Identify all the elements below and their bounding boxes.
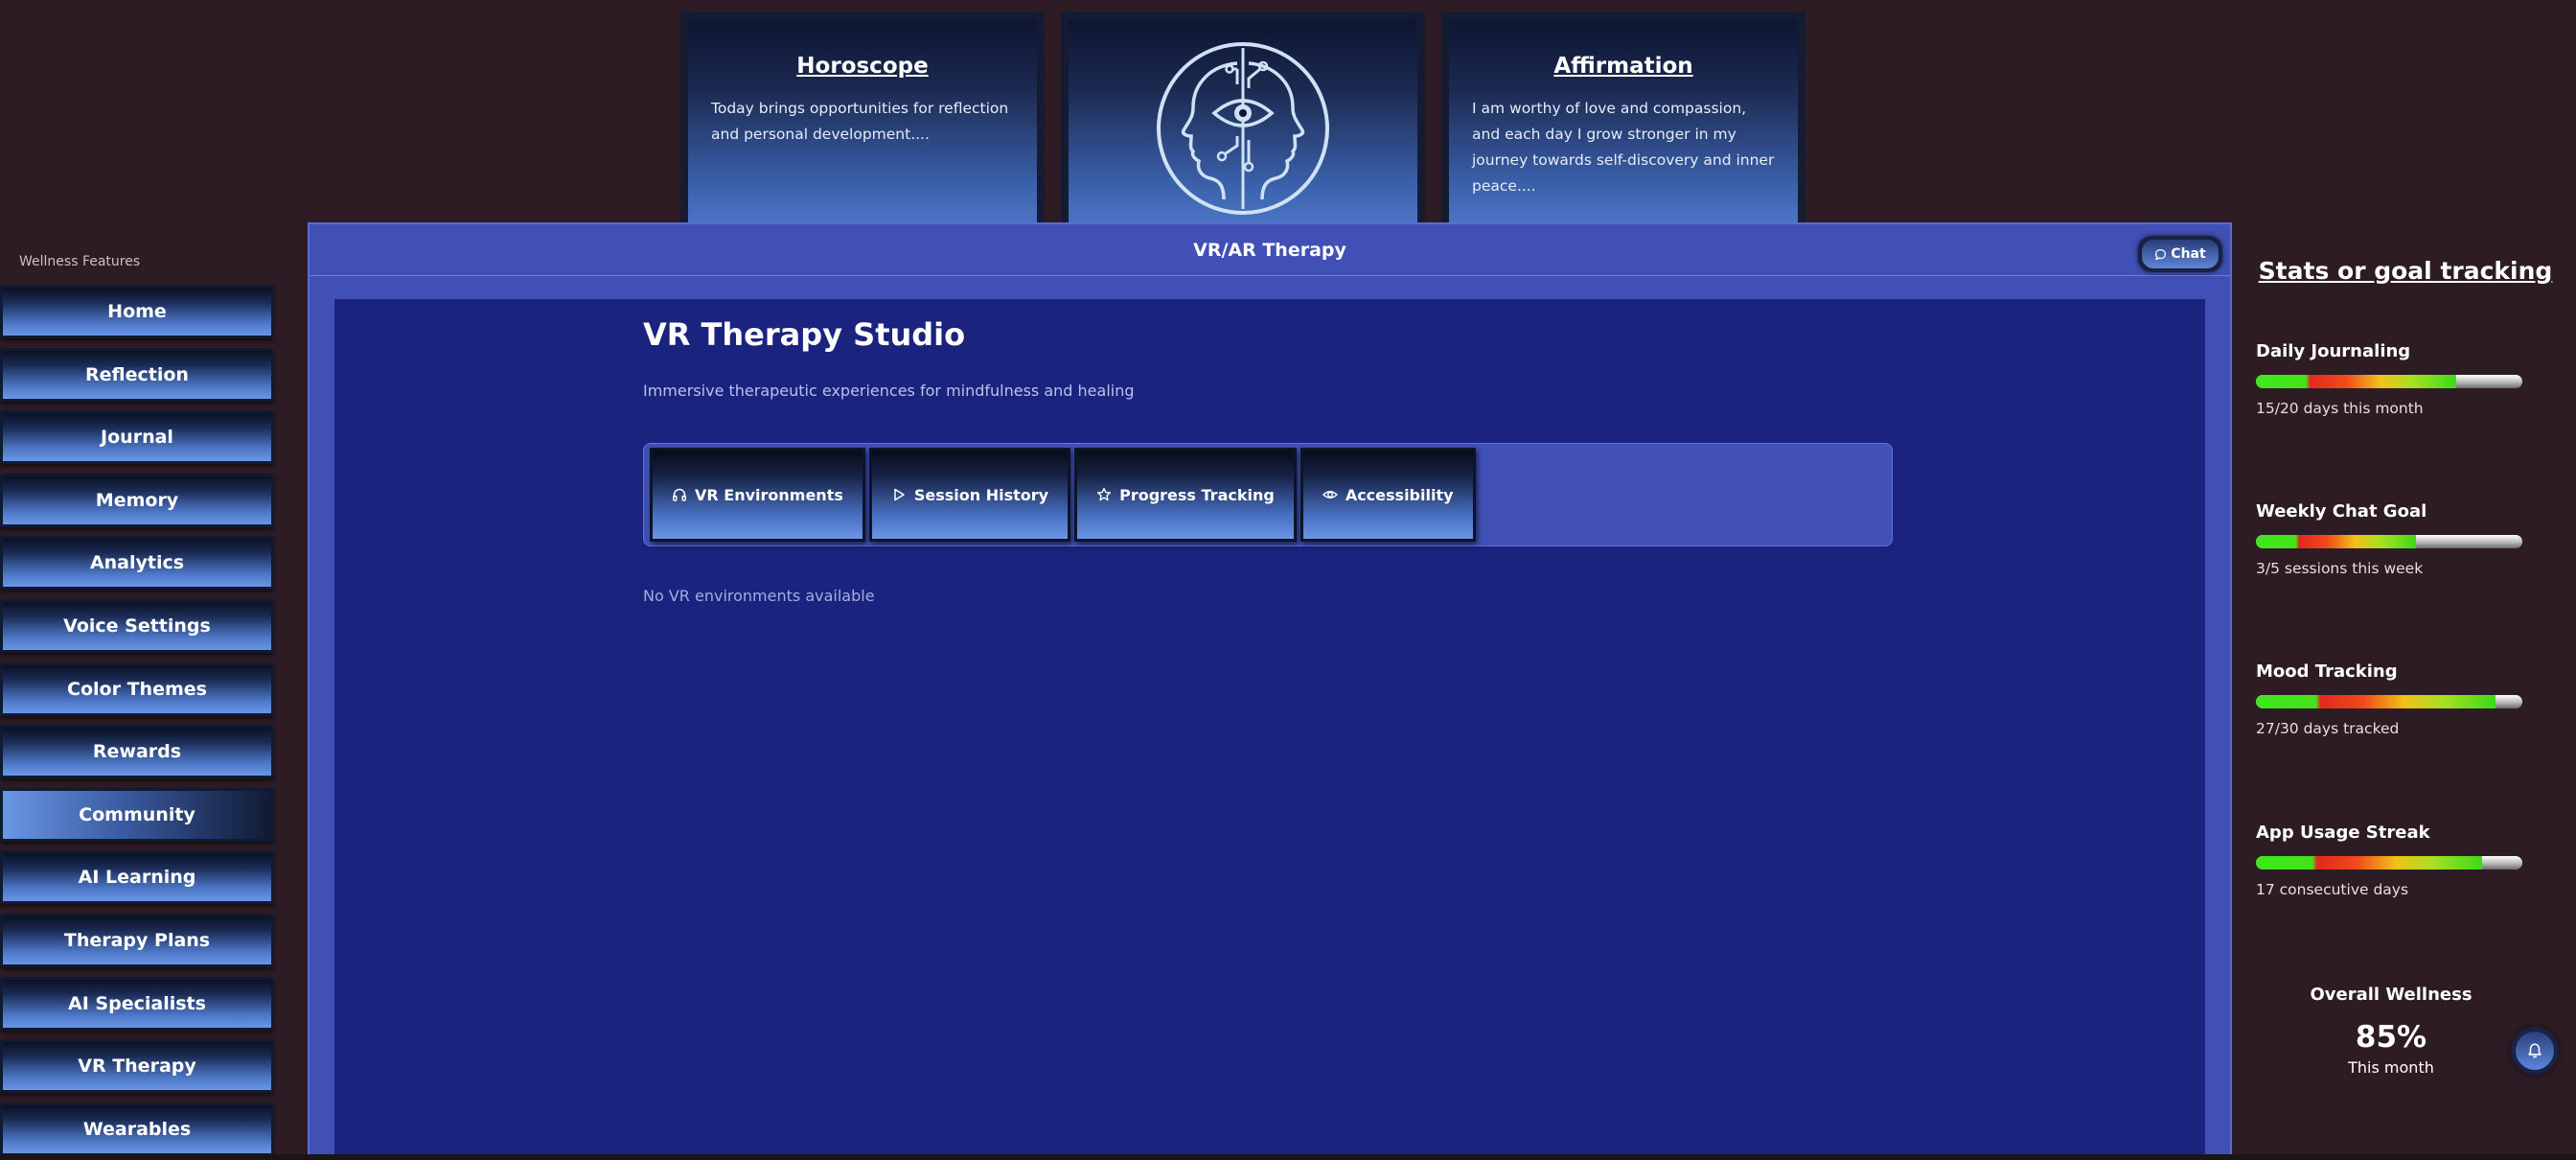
overall-wellness-label: Overall Wellness	[2310, 985, 2472, 1005]
stats-panel: Stats or goal tracking Daily Journaling …	[2242, 222, 2568, 1077]
chat-label: Chat	[2171, 246, 2206, 262]
chat-button-face: Chat	[2142, 240, 2219, 268]
goal-detail: 3/5 sessions this week	[2256, 560, 2424, 577]
main-panel: VR/AR Therapy Chat VR Therapy Studio Imm…	[308, 222, 2232, 1160]
overall-wellness: Overall Wellness 85% This month	[2242, 985, 2540, 1077]
studio-tab-bar: VR Environments Session History Progress…	[643, 443, 1893, 546]
sidebar-item-color-themes[interactable]: Color Themes	[0, 661, 274, 716]
logo-card	[1061, 12, 1425, 222]
sidebar-item-rewards[interactable]: Rewards	[0, 725, 274, 779]
goal-name: Mood Tracking	[2256, 661, 2398, 682]
horoscope-text: Today brings opportunities for reflectio…	[711, 100, 1009, 143]
sidebar-item-therapy-plans[interactable]: Therapy Plans	[0, 913, 274, 967]
tab-progress-tracking[interactable]: Progress Tracking	[1074, 448, 1297, 542]
tab-session-history[interactable]: Session History	[868, 448, 1071, 542]
notifications-button[interactable]	[2511, 1027, 2559, 1075]
tab-label: Session History	[913, 485, 1049, 504]
tab-label: Accessibility	[1345, 485, 1454, 504]
goal-progress-bar	[2256, 856, 2522, 870]
sidebar-title: Wellness Features	[19, 254, 141, 269]
bell-icon	[2528, 1043, 2542, 1058]
sidebar-item-memory[interactable]: Memory	[0, 473, 274, 527]
goal-name: Weekly Chat Goal	[2256, 501, 2427, 522]
goal-detail: 15/20 days this month	[2256, 400, 2424, 417]
affirmation-card: Affirmation I am worthy of love and comp…	[1441, 12, 1806, 222]
stats-title: Stats or goal tracking	[2258, 257, 2553, 285]
horoscope-title: Horoscope	[796, 54, 929, 79]
affirmation-text: I am worthy of love and compassion, and …	[1472, 100, 1775, 195]
tab-label: VR Environments	[695, 485, 843, 504]
sidebar-item-voice-settings[interactable]: Voice Settings	[0, 598, 274, 653]
eye-icon	[1322, 491, 1338, 499]
empty-state-message: No VR environments available	[643, 587, 875, 605]
horoscope-card: Horoscope Today brings opportunities for…	[680, 12, 1045, 222]
sidebar-item-reflection[interactable]: Reflection	[0, 347, 274, 402]
play-icon	[894, 488, 905, 501]
sidebar-item-analytics[interactable]: Analytics	[0, 536, 274, 591]
taskbar-strip	[0, 1154, 2576, 1160]
chat-bubble-icon	[2155, 248, 2167, 261]
goal-progress-bar	[2256, 375, 2522, 388]
vr-studio-content: VR Therapy Studio Immersive therapeutic …	[334, 299, 2205, 1160]
panel-title: VR/AR Therapy	[310, 224, 2230, 276]
tab-accessibility[interactable]: Accessibility	[1300, 448, 1476, 542]
goal-progress-fill	[2256, 375, 2456, 388]
sidebar-item-vr-therapy[interactable]: VR Therapy	[0, 1039, 274, 1094]
goal-weekly-chat: Weekly Chat Goal 3/5 sessions this week	[2256, 501, 2524, 577]
goal-app-usage-streak: App Usage Streak 17 consecutive days	[2256, 823, 2524, 898]
goal-detail: 27/30 days tracked	[2256, 720, 2400, 737]
sidebar-item-home[interactable]: Home	[0, 285, 274, 338]
tab-label: Progress Tracking	[1119, 485, 1275, 504]
goal-progress-fill	[2256, 535, 2416, 548]
goal-progress-fill	[2256, 856, 2483, 870]
sidebar-item-wearables[interactable]: Wearables	[0, 1102, 274, 1156]
two-faces-third-eye-icon	[1157, 42, 1329, 215]
goal-progress-fill	[2256, 695, 2496, 708]
goal-daily-journaling: Daily Journaling 15/20 days this month	[2256, 341, 2524, 417]
sidebar-item-community[interactable]: Community	[0, 787, 274, 842]
goal-detail: 17 consecutive days	[2256, 881, 2409, 898]
overall-wellness-value: 85%	[2355, 1020, 2427, 1055]
tab-vr-environments[interactable]: VR Environments	[650, 448, 865, 542]
goal-mood-tracking: Mood Tracking 27/30 days tracked	[2256, 661, 2524, 737]
studio-title: VR Therapy Studio	[643, 316, 966, 353]
overall-wellness-period: This month	[2348, 1058, 2434, 1077]
sidebar: Home Reflection Journal Memory Analytics…	[0, 285, 278, 1160]
affirmation-title: Affirmation	[1553, 54, 1693, 79]
star-icon	[1097, 487, 1112, 501]
notifications-button-face	[2516, 1032, 2554, 1070]
goal-name: Daily Journaling	[2256, 341, 2411, 361]
goal-progress-bar	[2256, 535, 2522, 548]
goal-progress-bar	[2256, 695, 2522, 708]
sidebar-item-ai-learning[interactable]: AI Learning	[0, 850, 274, 905]
sidebar-item-ai-specialists[interactable]: AI Specialists	[0, 976, 274, 1031]
headphones-icon	[673, 488, 686, 501]
sidebar-item-journal[interactable]: Journal	[0, 410, 274, 465]
studio-subtitle: Immersive therapeutic experiences for mi…	[643, 382, 1135, 400]
chat-button[interactable]: Chat	[2138, 236, 2222, 272]
goal-name: App Usage Streak	[2256, 823, 2430, 843]
